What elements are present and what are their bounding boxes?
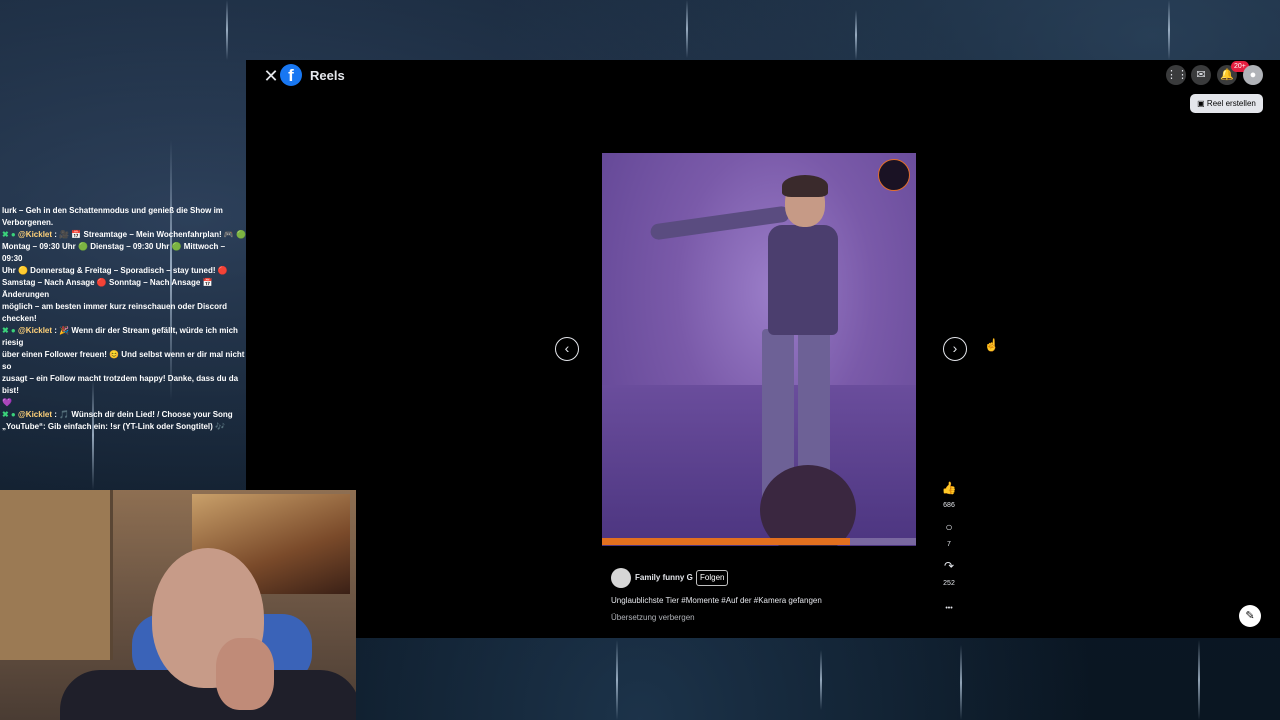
chat-message-line: 💜: [0, 397, 246, 409]
grid-menu-icon[interactable]: ⋮⋮: [1166, 65, 1188, 85]
chat-message-line: lurk – Geh in den Schattenmodus und geni…: [0, 205, 246, 217]
reel-video[interactable]: [602, 153, 916, 546]
author-avatar[interactable]: [611, 568, 631, 588]
streamer-webcam: [0, 490, 356, 720]
chat-text: 💜: [2, 398, 12, 407]
rain-streak: [686, 0, 688, 58]
create-reel-label: Reel erstellen: [1206, 99, 1256, 108]
rain-streak: [1168, 0, 1170, 60]
chat-badge-icon: ✖ ●: [2, 410, 16, 419]
follow-button[interactable]: Folgen: [696, 570, 729, 586]
rain-streak: [820, 650, 822, 710]
rain-streak: [616, 640, 618, 720]
profile-icon[interactable]: ●: [1243, 65, 1263, 85]
create-reel-button[interactable]: ▣ Reel erstellen: [1190, 94, 1263, 113]
chat-message-line: ✖ ● @Kicklet : 🎵 Wünsch dir dein Lied! /…: [0, 409, 246, 421]
performer-body: [768, 225, 838, 335]
page-title: Reels: [310, 68, 345, 83]
chat-text: Montag – 09:30 Uhr 🟢 Dienstag – 09:30 Uh…: [2, 242, 226, 263]
chat-text: Samstag – Nach Ansage 🔴 Sonntag – Nach A…: [2, 278, 213, 299]
performer-hair: [782, 175, 828, 197]
chat-message-line: ✖ ● @Kicklet : 🎉 Wenn dir der Stream gef…: [0, 325, 246, 349]
reel-caption: Unglaublichste Tier #Momente #Auf der #K…: [611, 596, 822, 605]
reels-viewer: ✕ f Reels ⋮⋮ ✉ 🔔 20+ ● ▣ Reel erstellen …: [246, 60, 1280, 638]
chat-text: über einen Follower freuen! 😊 Und selbst…: [2, 350, 245, 371]
chat-message-line: Uhr 🟡 Donnerstag & Freitag – Sporadisch …: [0, 265, 246, 277]
chat-text: Uhr 🟡 Donnerstag & Freitag – Sporadisch …: [2, 266, 228, 275]
webcam-cabinet: [0, 490, 113, 660]
chat-text: lurk – Geh in den Schattenmodus und geni…: [2, 206, 223, 215]
chat-message-line: möglich – am besten immer kurz reinschau…: [0, 301, 246, 325]
chat-message-line: Montag – 09:30 Uhr 🟢 Dienstag – 09:30 Uh…: [0, 241, 246, 265]
compose-icon[interactable]: ✎: [1239, 605, 1261, 627]
chat-message-line: zusagt – ein Follow macht trotzdem happy…: [0, 373, 246, 397]
mouse-cursor-icon: ☝: [984, 338, 999, 352]
chat-text: : 🎵 Wünsch dir dein Lied! / Choose your …: [54, 410, 233, 419]
rain-streak: [960, 645, 962, 720]
author-name[interactable]: Family funny G: [635, 573, 693, 582]
chat-username[interactable]: @Kicklet: [18, 410, 52, 419]
chat-badge-icon: ✖ ●: [2, 230, 16, 239]
audience-silhouette: [760, 465, 856, 546]
chat-username[interactable]: @Kicklet: [18, 326, 52, 335]
rain-streak: [855, 10, 857, 60]
chat-badge-icon: ✖ ●: [2, 326, 16, 335]
video-progress-fill: [602, 538, 851, 545]
like-count: 686: [943, 502, 955, 509]
chat-message-line: Verborgenen.: [0, 217, 246, 229]
close-button[interactable]: ✕: [260, 65, 282, 87]
chat-text: zusagt – ein Follow macht trotzdem happy…: [2, 374, 239, 395]
rain-streak: [1198, 640, 1200, 720]
chat-text: Verborgenen.: [2, 218, 54, 227]
webcam-person-hand: [216, 638, 274, 710]
rain-streak: [226, 0, 228, 60]
like-icon[interactable]: 👍: [940, 479, 958, 497]
stage-floor: [602, 385, 916, 546]
more-options-icon[interactable]: •••: [940, 600, 958, 618]
chat-message-line: „YouTube“: Gib einfach ein: !sr (YT-Link…: [0, 421, 246, 433]
next-reel-button[interactable]: ›: [943, 337, 967, 361]
hide-translation-link[interactable]: Übersetzung verbergen: [611, 613, 695, 622]
chat-text: : 🎥 📅 Streamtage – Mein Wochenfahrplan! …: [54, 230, 247, 239]
facebook-logo-icon[interactable]: f: [280, 64, 302, 86]
channel-watermark-icon: [878, 159, 910, 191]
chat-text: möglich – am besten immer kurz reinschau…: [2, 302, 227, 323]
chat-message-line: über einen Follower freuen! 😊 Und selbst…: [0, 349, 246, 373]
share-count: 252: [943, 580, 955, 587]
stream-chat: lurk – Geh in den Schattenmodus und geni…: [0, 205, 246, 431]
chat-message-line: ✖ ● @Kicklet : 🎥 📅 Streamtage – Mein Woc…: [0, 229, 246, 241]
chat-message-line: Samstag – Nach Ansage 🔴 Sonntag – Nach A…: [0, 277, 246, 301]
previous-reel-button[interactable]: ‹: [555, 337, 579, 361]
comment-count: 7: [947, 541, 951, 548]
chat-username[interactable]: @Kicklet: [18, 230, 52, 239]
video-progress-bar[interactable]: [602, 538, 916, 545]
messenger-icon[interactable]: ✉: [1191, 65, 1211, 85]
share-icon[interactable]: ↷: [940, 557, 958, 575]
comment-icon[interactable]: ○: [940, 518, 958, 536]
chat-text: „YouTube“: Gib einfach ein: !sr (YT-Link…: [2, 422, 225, 431]
